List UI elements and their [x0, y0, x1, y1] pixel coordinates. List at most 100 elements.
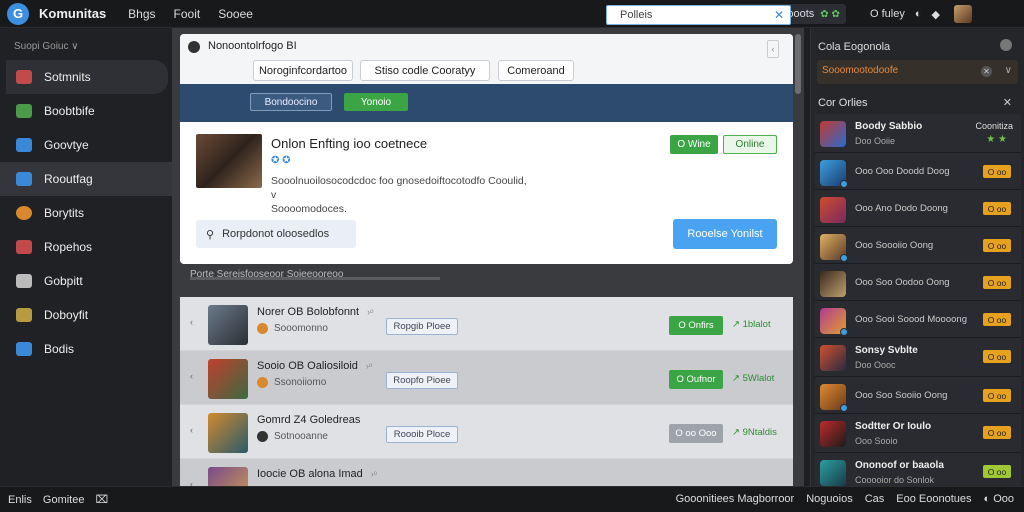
list-badge[interactable]: Roooib Ploce [386, 426, 458, 443]
chat-icon[interactable]: ◆ [932, 8, 940, 21]
friend-row[interactable]: Ooo Soo Oodoo Oong O oo [815, 264, 1021, 301]
list-title-text: Sooio OB Oaliosiloid [257, 360, 358, 372]
post-badge-icons: ✪ ✪ [271, 155, 291, 166]
close-icon[interactable]: ✕ [774, 6, 784, 24]
user-avatar[interactable] [953, 5, 972, 23]
online-header: Cor Orlies ✕ [811, 84, 1024, 114]
friend-row[interactable]: Ooo Soooiio Oong O oo [815, 227, 1021, 264]
bottom-link-2[interactable]: Gomitee [43, 494, 85, 506]
chevron-left-icon[interactable]: ‹ [190, 317, 193, 327]
bottom-link-4[interactable]: Noguoios [806, 493, 852, 505]
friend-row[interactable]: Sonsy Svblte Doo Oooc O oo [815, 338, 1021, 377]
list-badge[interactable]: Ropgib Ploee [386, 318, 458, 335]
friend-game: Coonitiza [975, 121, 1013, 131]
post-thumbnail[interactable] [196, 134, 262, 188]
list-title-text: Ioocie OB alona Imad [257, 468, 363, 480]
band-green-button[interactable]: Yonoio [344, 93, 408, 111]
avatar [820, 234, 848, 262]
sidebar-item-5[interactable]: Borytits [0, 196, 172, 230]
top-nav-item-2[interactable]: Fooit [174, 7, 201, 21]
sidebar-item-label: Borytits [44, 206, 85, 220]
sidebar-item-7[interactable]: Gobpitt [0, 264, 172, 298]
sidebar-item-3[interactable]: Goovtye [0, 128, 172, 162]
status-badge[interactable]: O oo [983, 239, 1011, 252]
status-badge[interactable]: O oo [983, 313, 1011, 326]
top-nav-item-1[interactable]: Bhgs [128, 7, 155, 21]
comment-input[interactable]: ⚲ Rorpdonot oloosedlos [196, 220, 356, 248]
close-icon[interactable]: ✕ [1003, 96, 1012, 109]
sidebar-item-2[interactable]: Boobtbife [0, 94, 172, 128]
card-tab-1[interactable]: Noroginfcordartoo [253, 60, 353, 81]
card-tab-3[interactable]: Comeroand [498, 60, 574, 81]
chevron-left-icon[interactable]: ‹ [190, 371, 193, 381]
post-list: ‹ Norer OB Bolobfonnt ›ᵒ Sooomonno Ropgib… [180, 297, 793, 493]
featured-item[interactable]: Sooomootodoofe ✕ ∨ [817, 60, 1018, 84]
list-item[interactable]: ‹ Sooio OB Oaliosiloid ›ᵒ Ssonoiiomo Roop… [180, 351, 793, 405]
chevron-down-icon[interactable]: ∨ [1005, 65, 1012, 76]
primary-action-button[interactable]: Rooelse Yonilst [673, 219, 777, 249]
friend-row[interactable]: Ooo Sooi Soood Moooong O oo [815, 301, 1021, 338]
online-indicator [840, 404, 848, 412]
status-badge[interactable]: O oo [983, 465, 1011, 478]
chevron-left-icon[interactable]: ‹ [767, 40, 779, 58]
list-subtitle-text: Sooomonno [274, 323, 328, 334]
sidebar-item-4[interactable]: Rooutfag [0, 162, 172, 196]
settings-icon[interactable]: ◐ [915, 8, 922, 20]
list-action-button[interactable]: O Onfirs [669, 316, 723, 335]
search-icon: ⚲ [206, 228, 215, 241]
friend-row[interactable]: Ooo Ano Dodo Doong O oo [815, 190, 1021, 227]
friend-row[interactable]: Ooo Ooo Doodd Doog O oo [815, 153, 1021, 190]
status-badge[interactable]: O oo [983, 276, 1011, 289]
status-badge[interactable]: O oo [983, 389, 1011, 402]
status-badge[interactable]: O oo [983, 165, 1011, 178]
brand-name[interactable]: Komunitas [39, 6, 106, 21]
notifications-button[interactable]: O fuley [870, 8, 905, 20]
friend-status: Ooo Sooi Soood Moooong [855, 314, 967, 325]
friend-row[interactable]: Boody Sabbio Doo Ooiie Coonitiza ★ ★ [815, 114, 1021, 153]
list-count: ↗ 5Wlalot [732, 373, 775, 384]
friend-name: Ononoof or baaola [855, 460, 944, 471]
friend-status: Cooooior do Sonlok [855, 475, 935, 485]
post-title[interactable]: Onlon Enfting ioo coetnece [271, 136, 427, 151]
sidebar-item-9[interactable]: Bodis [0, 332, 172, 366]
list-action-button[interactable]: O oo Ooo [669, 424, 723, 443]
friend-row[interactable]: Sodtter Or Ioulo Ooo Sooio O oo [815, 414, 1021, 453]
list-item[interactable]: ‹ Gomrd Z4 Goledreas Sotnooanne Roooib P… [180, 405, 793, 459]
friends-header-title: Cola Eogonola [818, 41, 891, 53]
bottom-link-6[interactable]: Eoo Eoonotues [896, 493, 971, 505]
bottom-link-5[interactable]: Cas [865, 493, 885, 505]
sidebar-item-6[interactable]: Ropehos [0, 230, 172, 264]
post-description: Sooolnuoilosocodcdoc foo gnosedoiftocoto… [271, 174, 571, 216]
list-item[interactable]: ‹ Norer OB Bolobfonnt ›ᵒ Sooomonno Ropgib… [180, 297, 793, 351]
sidebar-item-1[interactable]: Sotmnits [6, 60, 168, 94]
list-action-button[interactable]: O Oufnor [669, 370, 723, 389]
bottom-link-3[interactable]: Gooonitiees Magborroor [676, 493, 795, 505]
main-scrollbar[interactable] [795, 34, 801, 94]
friend-status: Ooo Ooo Doodd Doog [855, 166, 950, 177]
band-button[interactable]: Bondoocino [250, 93, 332, 111]
top-nav-item-3[interactable]: Sooee [218, 7, 253, 21]
online-toggle[interactable]: Online [723, 135, 777, 154]
friends-header: Cola Eogonola [811, 28, 1024, 60]
status-badge[interactable]: O oo [983, 426, 1011, 439]
app-logo[interactable]: G [7, 2, 29, 25]
bottom-link-1[interactable]: Enlis [8, 494, 32, 506]
expand-icon[interactable]: ⌧ [96, 494, 109, 506]
status-badge[interactable]: O oo [983, 350, 1011, 363]
gear-icon[interactable] [1000, 39, 1012, 51]
bottom-link-7[interactable]: ◐ Ooo [984, 493, 1015, 505]
close-icon[interactable]: ✕ [981, 66, 992, 77]
search-input[interactable]: Polleis ✕ [606, 5, 791, 25]
sidebar-header[interactable]: Suopi Goiuc ∨ [0, 28, 172, 60]
list-thumbnail [208, 359, 248, 399]
status-badge[interactable]: O oo [983, 202, 1011, 215]
card-tab-2[interactable]: Stiso codle Cooratyy [360, 60, 490, 81]
list-tag: ›ᵒ [365, 361, 373, 371]
list-badge[interactable]: Roopfo Pioee [386, 372, 458, 389]
status-online-pill[interactable]: O Wine [670, 135, 718, 154]
friend-status: Doo Ooiie [855, 136, 896, 146]
friend-row[interactable]: Ooo Soo Sooiio Oong O oo [815, 377, 1021, 414]
chevron-left-icon[interactable]: ‹ [190, 425, 193, 435]
avatar [820, 271, 846, 297]
sidebar-item-8[interactable]: Doboyfit [0, 298, 172, 332]
